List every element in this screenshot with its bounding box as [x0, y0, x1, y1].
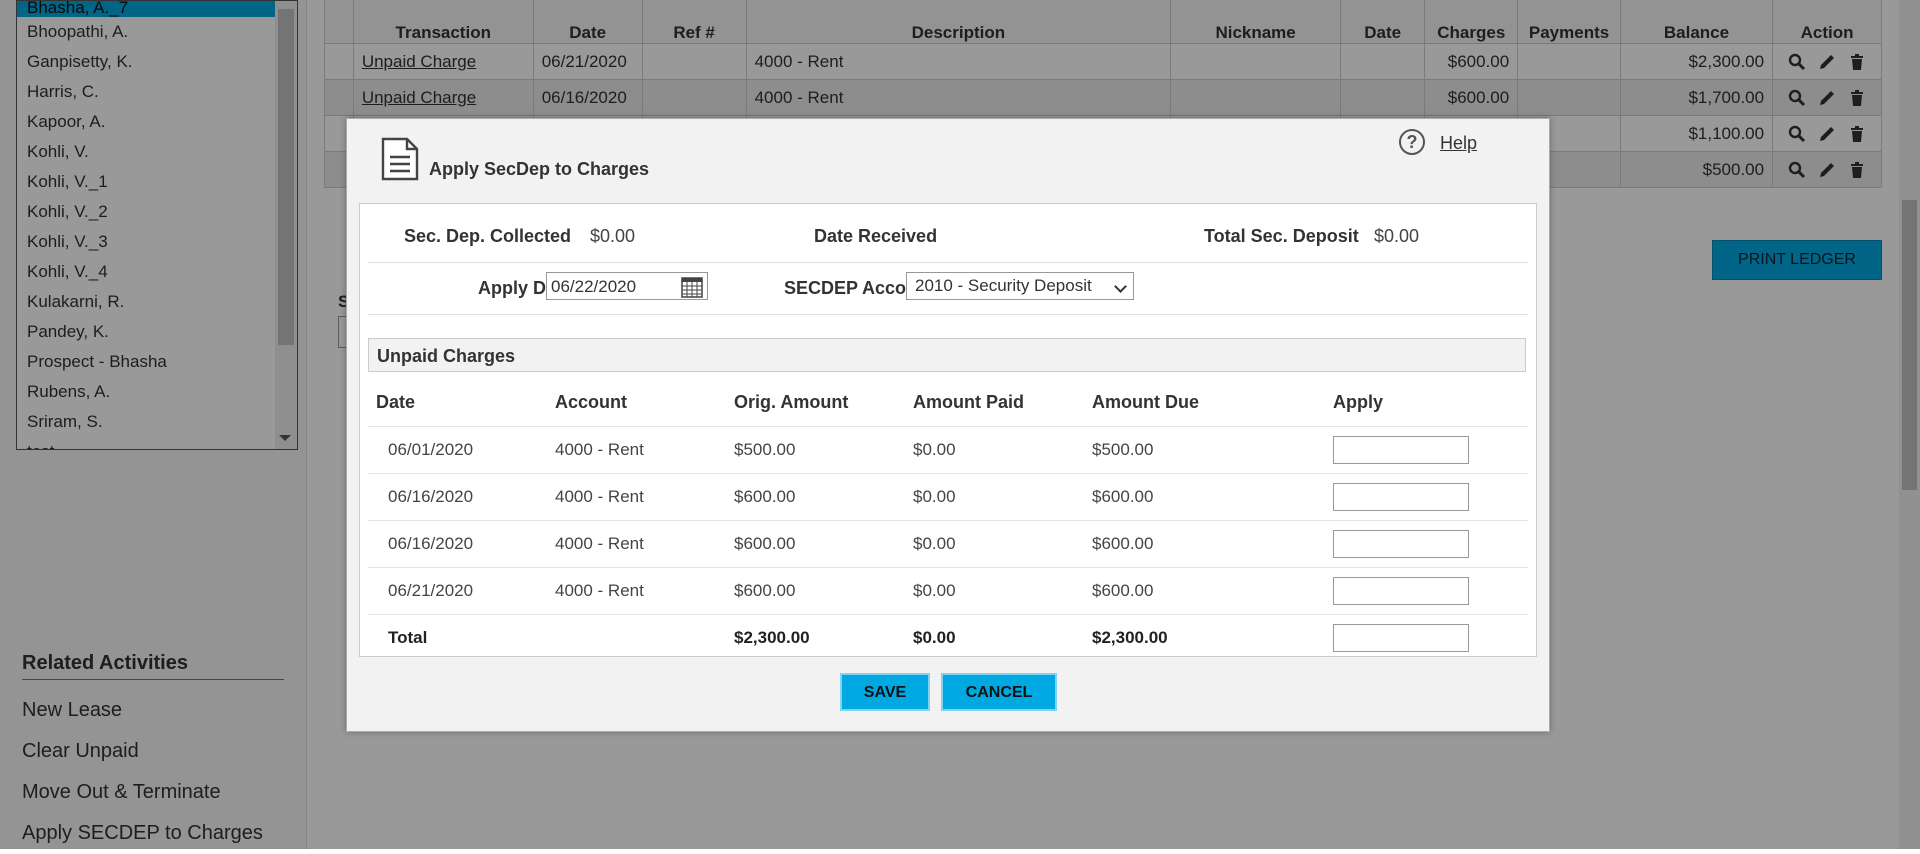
col-header: Apply — [1333, 391, 1384, 412]
col-header: Amount Paid — [913, 391, 1024, 412]
charge-account: 4000 - Rent — [547, 473, 726, 521]
charge-account: 4000 - Rent — [547, 567, 726, 615]
charge-row: 06/01/2020 4000 - Rent $500.00 $0.00 $50… — [368, 426, 1528, 474]
charge-row: 06/21/2020 4000 - Rent $600.00 $0.00 $60… — [368, 567, 1528, 615]
help-link[interactable]: Help — [1440, 133, 1477, 154]
col-header: Amount Due — [1092, 391, 1199, 412]
col-header: Orig. Amount — [734, 391, 849, 412]
date-received-label: Date Received — [814, 226, 938, 246]
apply-secdep-modal: Apply SecDep to Charges ? Help Sec. Dep.… — [346, 118, 1550, 732]
apply-cell — [1325, 473, 1528, 521]
total-amount-due: $2,300.00 — [1084, 614, 1325, 661]
total-row: Total $2,300.00 $0.00 $2,300.00 — [368, 614, 1528, 661]
charge-amount-due: $600.00 — [1084, 520, 1325, 568]
deposit-summary-row: Sec. Dep. Collected $0.00 Date Received … — [368, 204, 1528, 263]
charge-amount-due: $600.00 — [1084, 567, 1325, 615]
charge-amount-due: $600.00 — [1084, 473, 1325, 521]
total-apply-input[interactable] — [1333, 624, 1469, 652]
apply-options-row: Apply Date 06/22/2020 SECDEP Account 201… — [368, 262, 1528, 315]
unpaid-charges-table: Date Account Orig. Amount Amount Paid Am… — [368, 378, 1528, 661]
charges-header-row: Date Account Orig. Amount Amount Paid Am… — [368, 378, 1528, 427]
unpaid-charges-header: Unpaid Charges — [368, 338, 1526, 372]
apply-cell — [1325, 426, 1528, 474]
apply-cell — [1325, 520, 1528, 568]
charge-orig-amount: $600.00 — [726, 567, 905, 615]
apply-cell — [1325, 567, 1528, 615]
charge-row: 06/16/2020 4000 - Rent $600.00 $0.00 $60… — [368, 473, 1528, 521]
help-icon[interactable]: ? — [1399, 129, 1425, 155]
charge-date: 06/01/2020 — [368, 426, 547, 474]
modal-title: Apply SecDep to Charges — [429, 159, 650, 179]
charge-date: 06/16/2020 — [368, 473, 547, 521]
charge-orig-amount: $600.00 — [726, 473, 905, 521]
calendar-icon[interactable] — [681, 276, 703, 298]
total-orig-amount: $2,300.00 — [726, 614, 905, 661]
secdep-account-select[interactable]: 2010 - Security Deposit — [906, 272, 1134, 300]
apply-amount-input[interactable] — [1333, 577, 1469, 605]
charge-orig-amount: $500.00 — [726, 426, 905, 474]
apply-amount-input[interactable] — [1333, 483, 1469, 511]
document-icon — [381, 137, 419, 181]
secdep-account-value: 2010 - Security Deposit — [915, 276, 1092, 295]
charge-account: 4000 - Rent — [547, 520, 726, 568]
save-button[interactable]: SAVE — [840, 673, 930, 711]
charge-amount-paid: $0.00 — [905, 567, 1084, 615]
total-amount-paid: $0.00 — [905, 614, 1084, 661]
sec-dep-collected-value: $0.00 — [590, 226, 636, 246]
col-header: Account — [555, 391, 627, 412]
charge-amount-paid: $0.00 — [905, 473, 1084, 521]
charge-row: 06/16/2020 4000 - Rent $600.00 $0.00 $60… — [368, 520, 1528, 568]
apply-cell — [1325, 614, 1528, 661]
modal-panel: Sec. Dep. Collected $0.00 Date Received … — [359, 203, 1537, 661]
apply-amount-input[interactable] — [1333, 436, 1469, 464]
total-sec-deposit-label: Total Sec. Deposit — [1204, 226, 1359, 246]
sec-dep-collected-label: Sec. Dep. Collected — [404, 226, 572, 246]
charge-amount-paid: $0.00 — [905, 426, 1084, 474]
apply-date-value: 06/22/2020 — [551, 277, 637, 296]
charge-date: 06/16/2020 — [368, 520, 547, 568]
apply-date-input[interactable]: 06/22/2020 — [546, 272, 708, 300]
cancel-button[interactable]: CANCEL — [941, 673, 1057, 711]
chevron-down-icon — [1114, 280, 1127, 293]
charge-amount-due: $500.00 — [1084, 426, 1325, 474]
charge-amount-paid: $0.00 — [905, 520, 1084, 568]
charge-date: 06/21/2020 — [368, 567, 547, 615]
charge-account: 4000 - Rent — [547, 426, 726, 474]
charge-orig-amount: $600.00 — [726, 520, 905, 568]
apply-amount-input[interactable] — [1333, 530, 1469, 558]
total-sec-deposit-value: $0.00 — [1374, 226, 1420, 246]
total-label: Total — [368, 614, 547, 661]
col-header: Date — [376, 391, 416, 412]
